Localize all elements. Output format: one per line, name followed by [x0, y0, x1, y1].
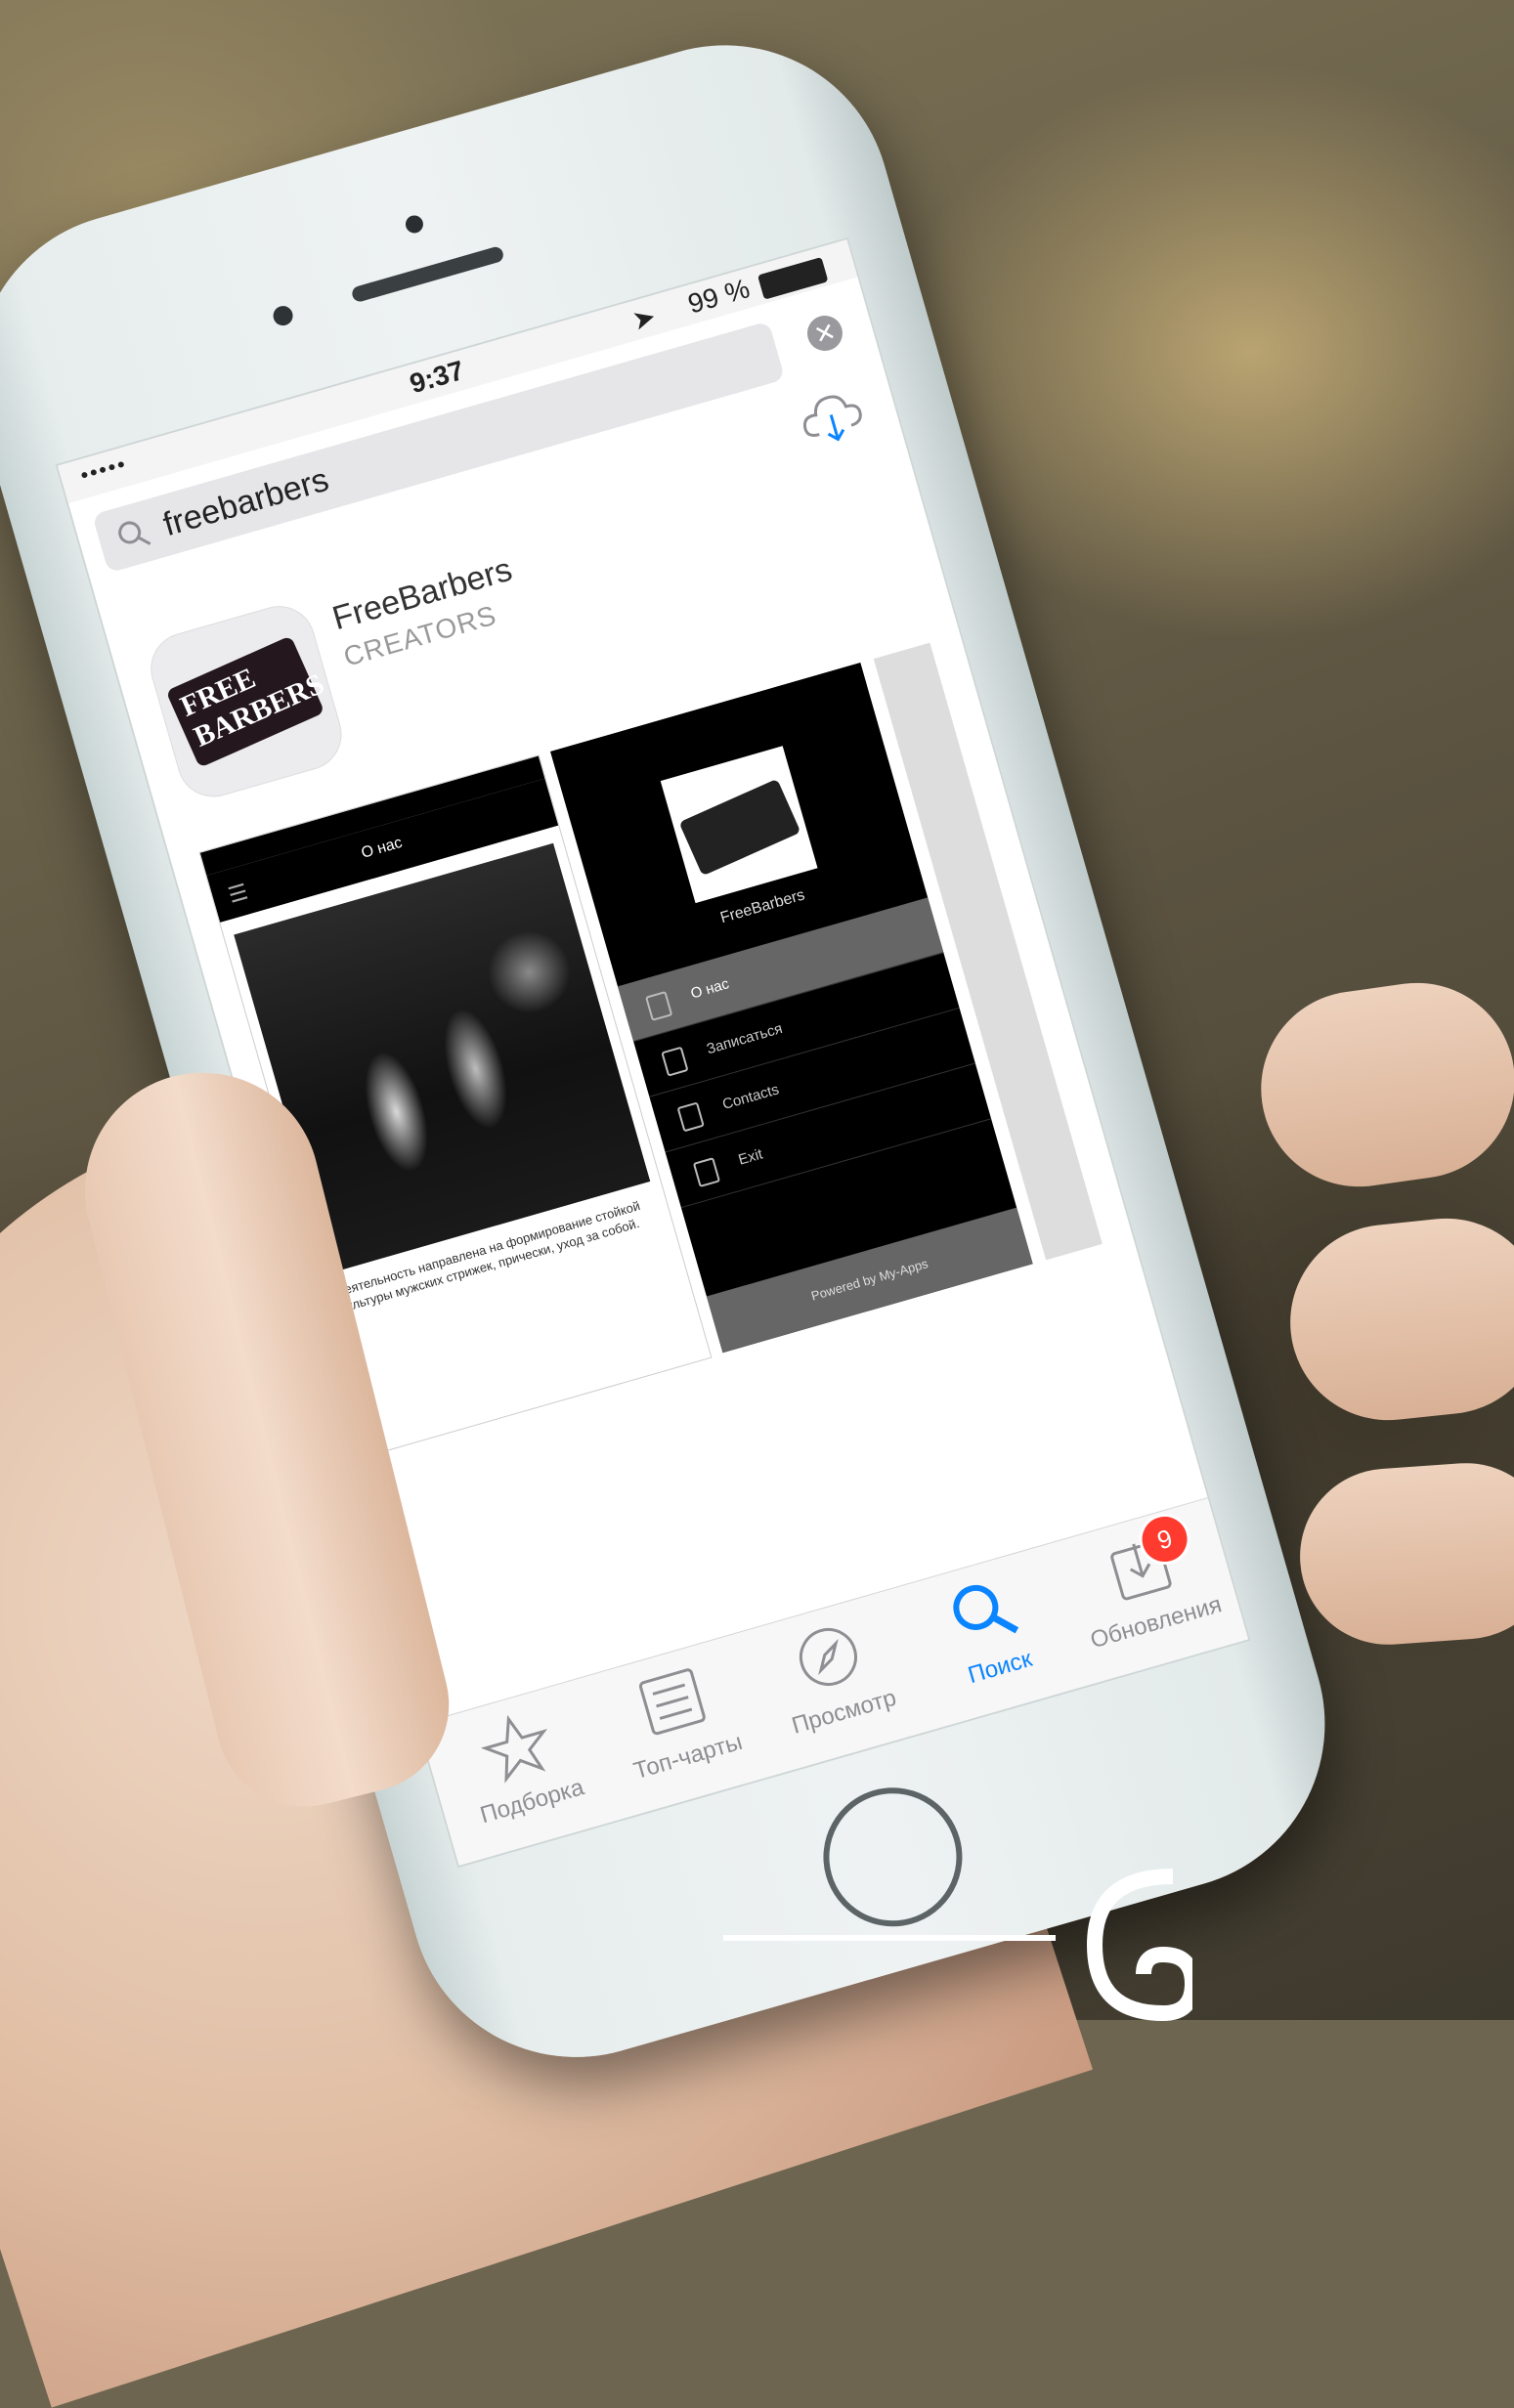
battery-icon — [757, 256, 829, 300]
tab-top-charts[interactable]: Топ-чарты — [587, 1648, 767, 1792]
app-icon[interactable]: FREE BARBERS — [143, 598, 350, 804]
front-camera — [403, 213, 426, 236]
magnifier-icon — [118, 521, 151, 545]
cloud-download-icon[interactable] — [791, 379, 873, 454]
battery-percent: 99 % — [684, 273, 754, 320]
tab-label: Поиск — [965, 1645, 1035, 1690]
mini-status-bar — [550, 663, 867, 775]
home-button[interactable] — [806, 1771, 979, 1944]
clear-search-icon[interactable]: ✕ — [802, 311, 847, 356]
phone-icon — [661, 1046, 689, 1077]
handset-icon — [676, 1101, 705, 1133]
tab-search[interactable]: Поиск — [899, 1558, 1079, 1702]
proximity-sensor — [271, 303, 295, 328]
location-arrow-icon: ➤ — [628, 300, 660, 337]
side-menu-label: Exit — [736, 1145, 765, 1169]
earpiece-speaker — [350, 244, 505, 304]
tab-updates[interactable]: 9 Обновления — [1056, 1507, 1235, 1657]
list-icon — [638, 1668, 706, 1736]
compass-icon — [799, 1627, 857, 1686]
tab-explore[interactable]: Просмотр — [744, 1603, 924, 1747]
side-menu-label: О нас — [688, 975, 731, 1003]
side-menu-label: Contacts — [720, 1081, 781, 1114]
brand-swirl-logo — [1086, 1869, 1192, 2022]
side-menu-label: Записаться — [705, 1019, 785, 1058]
side-menu: О нас Записаться Contacts Exit — [617, 897, 992, 1209]
brand-underline — [723, 1935, 1056, 1941]
tab-label: Обновления — [1087, 1591, 1225, 1655]
clock-time: 9:37 — [406, 355, 468, 400]
tab-featured[interactable]: Подборка — [432, 1692, 612, 1836]
star-icon — [480, 1714, 548, 1784]
powered-by-footer: Powered by My-Apps — [706, 1207, 1033, 1354]
tab-bar: Подборка Топ-чарты Просмотр Поиск 9 Обно… — [418, 1497, 1249, 1866]
signal-dots: ••••• — [77, 451, 130, 488]
search-icon — [953, 1584, 1019, 1634]
document-icon — [645, 990, 673, 1021]
exit-icon — [692, 1157, 721, 1188]
search-query-text: freebarbers — [158, 460, 333, 544]
mini-app-logo — [660, 746, 818, 904]
